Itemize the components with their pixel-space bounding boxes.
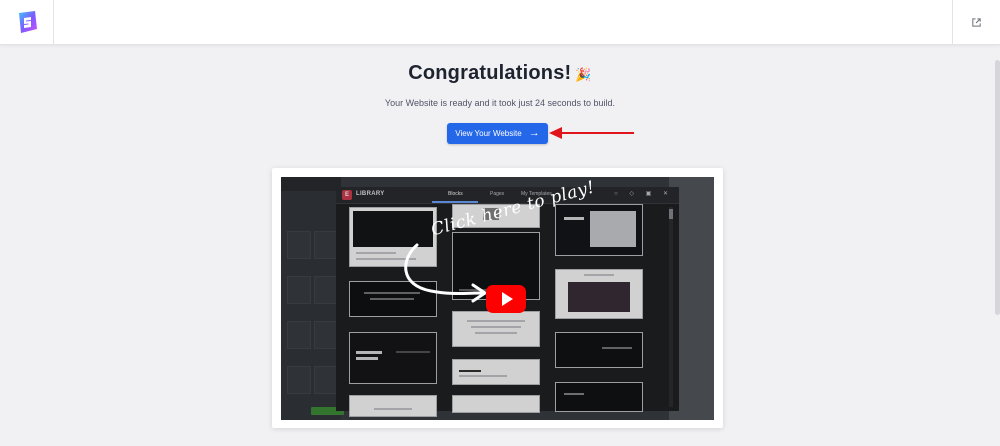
page-title-text: Congratulations! — [408, 62, 572, 84]
page-title: Congratulations! 🎉 — [0, 62, 1000, 85]
party-popper-icon: 🎉 — [575, 67, 592, 82]
video-player[interactable]: E LIBRARY Blocks Pages My Templates ○ ◇ … — [281, 177, 714, 420]
arrow-right-icon: → — [528, 127, 540, 139]
play-icon — [502, 292, 513, 306]
top-bar — [0, 0, 1000, 45]
brand-logo[interactable] — [0, 0, 54, 44]
annotation-arrow-icon — [549, 127, 634, 139]
brand-logo-icon — [18, 11, 37, 33]
video-card: E LIBRARY Blocks Pages My Templates ○ ◇ … — [272, 168, 723, 428]
view-website-label: View Your Website — [455, 129, 522, 138]
view-website-button[interactable]: View Your Website → — [447, 123, 548, 144]
open-external-button[interactable] — [952, 0, 1000, 44]
external-link-icon — [972, 17, 981, 27]
page-subtitle: Your Website is ready and it took just 2… — [384, 98, 616, 108]
play-button[interactable] — [486, 285, 526, 313]
